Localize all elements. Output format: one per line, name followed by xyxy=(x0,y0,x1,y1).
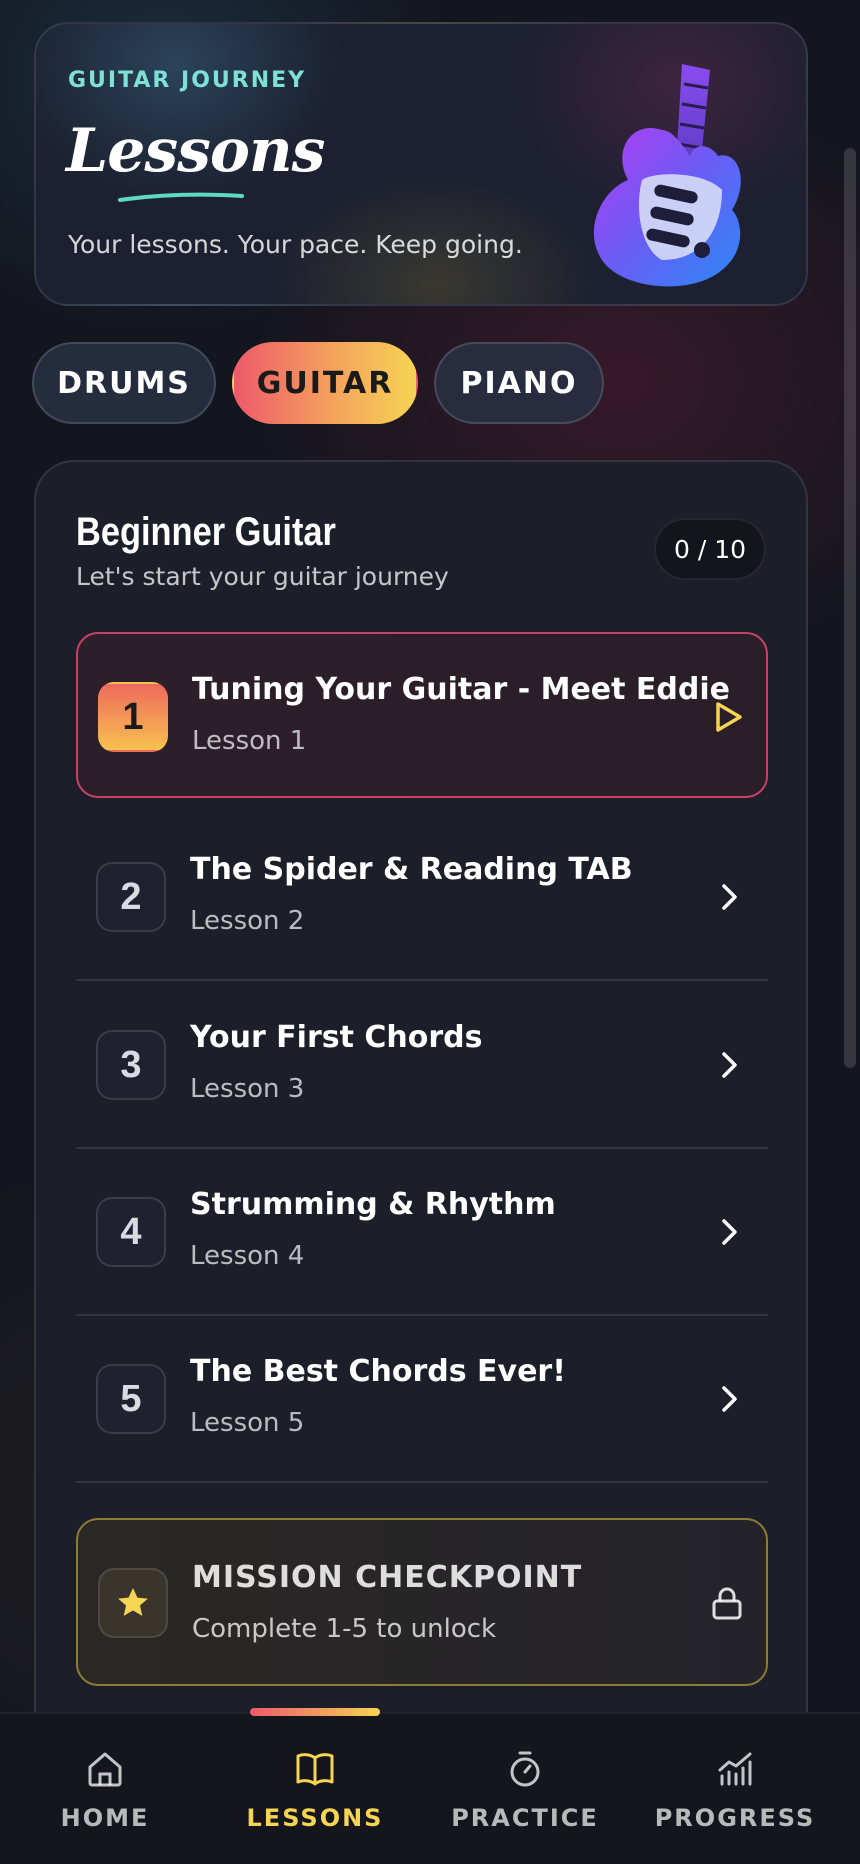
nav-progress[interactable]: PROGRESS xyxy=(635,1748,835,1832)
nav-label: HOME xyxy=(60,1804,150,1832)
lesson-meta: Lesson 3 xyxy=(190,1074,305,1104)
nav-label: PRACTICE xyxy=(451,1804,599,1832)
guitar-illustration xyxy=(593,64,741,287)
mission-checkpoint[interactable]: MISSION CHECKPOINT Complete 1-5 to unloc… xyxy=(76,1518,768,1686)
lesson-item-1[interactable]: 1 Tuning Your Guitar - Meet Eddie Lesson… xyxy=(76,632,768,798)
course-card: Beginner Guitar Let's start your guitar … xyxy=(34,460,808,1864)
nav-lessons[interactable]: LESSONS xyxy=(215,1748,415,1832)
lesson-meta: Lesson 2 xyxy=(190,906,305,936)
stopwatch-icon xyxy=(510,1751,540,1787)
lesson-meta: Lesson 1 xyxy=(192,726,307,756)
page-title: Lessons xyxy=(66,116,325,186)
instrument-tabs: DRUMS GUITAR PIANO xyxy=(32,342,604,424)
lesson-item-5[interactable]: 5 The Best Chords Ever! Lesson 5 xyxy=(76,1316,768,1483)
play-icon[interactable] xyxy=(708,698,746,736)
lock-icon xyxy=(712,1587,742,1620)
tab-piano[interactable]: PIANO xyxy=(434,342,604,424)
lesson-meta: Lesson 4 xyxy=(190,1241,305,1271)
header-card: GUITAR JOURNEY Lessons Your lessons. You… xyxy=(34,22,808,306)
chevron-right-icon xyxy=(722,1052,737,1078)
checkpoint-title: MISSION CHECKPOINT xyxy=(192,1560,583,1595)
lesson-title: The Spider & Reading TAB xyxy=(190,852,633,887)
lesson-number-badge: 5 xyxy=(96,1364,166,1434)
lesson-number-badge: 4 xyxy=(96,1197,166,1267)
lesson-number-badge: 1 xyxy=(98,682,168,752)
chart-icon xyxy=(718,1752,752,1786)
nav-home[interactable]: HOME xyxy=(5,1748,205,1832)
lesson-item-3[interactable]: 3 Your First Chords Lesson 3 xyxy=(76,982,768,1149)
lesson-title: Strumming & Rhythm xyxy=(190,1187,556,1222)
chevron-right-icon xyxy=(722,1219,737,1245)
checkpoint-badge xyxy=(98,1568,168,1638)
nav-practice[interactable]: PRACTICE xyxy=(425,1748,625,1832)
course-subtitle: Let's start your guitar journey xyxy=(76,562,449,591)
header-tagline: Your lessons. Your pace. Keep going. xyxy=(68,230,523,259)
nav-label: LESSONS xyxy=(246,1804,384,1832)
title-underline xyxy=(118,192,244,202)
nav-label: PROGRESS xyxy=(654,1804,816,1832)
scrollbar[interactable] xyxy=(844,148,856,1068)
lesson-number-badge: 2 xyxy=(96,862,166,932)
lesson-item-2[interactable]: 2 The Spider & Reading TAB Lesson 2 xyxy=(76,814,768,981)
course-progress-badge: 0 / 10 xyxy=(654,518,766,580)
active-tab-indicator xyxy=(250,1708,380,1716)
course-title: Beginner Guitar xyxy=(76,510,336,554)
bottom-nav: HOME LESSONS PRACTICE PROGRESS xyxy=(0,1708,860,1864)
tab-guitar[interactable]: GUITAR xyxy=(232,342,418,424)
lesson-number-badge: 3 xyxy=(96,1030,166,1100)
lesson-title: Tuning Your Guitar - Meet Eddie xyxy=(192,672,731,707)
chevron-right-icon xyxy=(722,1386,737,1412)
checkpoint-subtitle: Complete 1-5 to unlock xyxy=(192,1614,497,1644)
divider xyxy=(76,1481,768,1483)
star-icon xyxy=(118,1587,148,1616)
header-eyebrow: GUITAR JOURNEY xyxy=(68,68,307,93)
home-icon xyxy=(88,1752,122,1787)
tab-drums[interactable]: DRUMS xyxy=(32,342,216,424)
divider xyxy=(76,979,768,981)
chevron-right-icon xyxy=(722,884,737,910)
lesson-item-4[interactable]: 4 Strumming & Rhythm Lesson 4 xyxy=(76,1149,768,1316)
lesson-meta: Lesson 5 xyxy=(190,1408,305,1438)
lesson-title: Your First Chords xyxy=(190,1020,483,1055)
book-icon xyxy=(296,1753,334,1786)
lesson-title: The Best Chords Ever! xyxy=(190,1354,566,1389)
